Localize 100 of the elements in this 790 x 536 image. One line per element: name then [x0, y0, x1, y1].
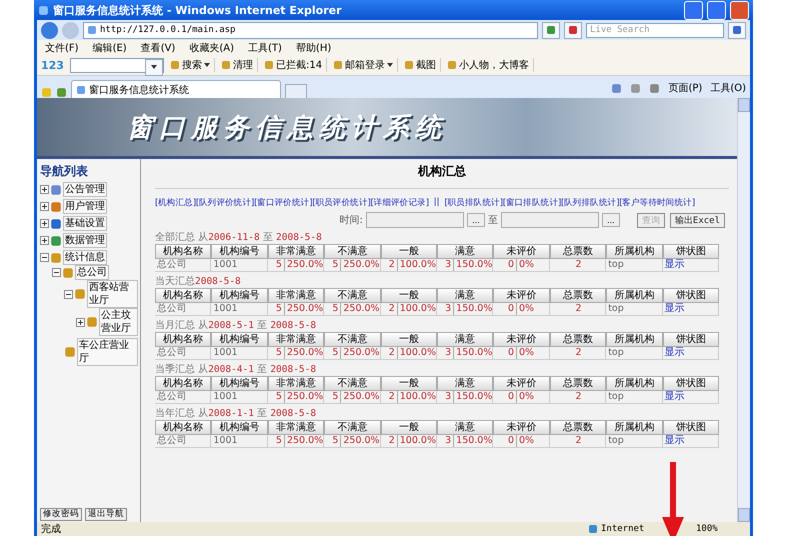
- toolbar-button[interactable]: 小人物，大博客: [447, 58, 534, 72]
- column-header: 机构编号: [211, 376, 268, 391]
- column-header: 一般: [380, 420, 437, 435]
- address-field[interactable]: http://127.0.0.1/main.asp: [83, 22, 538, 38]
- end-date-field[interactable]: [500, 212, 599, 228]
- start-date-field[interactable]: [366, 212, 464, 228]
- menu-item[interactable]: 帮助(H): [296, 40, 332, 54]
- tree-expander[interactable]: [52, 268, 61, 277]
- scrollbar[interactable]: [737, 98, 750, 522]
- table-cell: 2 100.0%: [380, 435, 437, 448]
- tree-item[interactable]: 公主坟营业厅: [99, 308, 138, 336]
- report-link[interactable]: [队列排队统计]: [560, 197, 620, 209]
- tree-item[interactable]: 用户管理: [63, 199, 107, 214]
- tree-expander[interactable]: [40, 253, 49, 262]
- report-link[interactable]: [客户等待时间统计]: [619, 197, 695, 209]
- system-title: 窗口服务信息统计系统: [127, 112, 447, 144]
- search-field[interactable]: Live Search: [586, 22, 724, 38]
- table-cell: 2 100.0%: [380, 303, 437, 316]
- report-link[interactable]: [详细评价记录]: [370, 197, 429, 209]
- refresh-button[interactable]: [542, 22, 560, 38]
- maximize-button[interactable]: [707, 0, 726, 20]
- stop-button[interactable]: [564, 22, 582, 38]
- table-cell: 5 250.0%: [324, 391, 381, 404]
- tree-expander[interactable]: [40, 185, 49, 194]
- table-cell: top: [606, 303, 663, 316]
- column-header: 机构编号: [211, 288, 268, 303]
- toolbar-button[interactable]: 搜索: [170, 58, 215, 72]
- command-button[interactable]: 工具(O): [710, 81, 746, 95]
- table-cell: 0 0%: [493, 347, 550, 360]
- menu-item[interactable]: 查看(V): [140, 40, 176, 54]
- column-header: 满意: [437, 420, 494, 435]
- column-header: 饼状图: [662, 332, 719, 347]
- report-link[interactable]: [职员评价统计]: [312, 197, 371, 209]
- column-header: 总票数: [550, 332, 606, 347]
- table-cell: top: [606, 347, 663, 360]
- tree-item[interactable]: 西客站营业厅: [87, 280, 138, 308]
- menu-item[interactable]: 工具(T): [248, 40, 282, 54]
- report-link[interactable]: [窗口评价统计]: [254, 197, 312, 209]
- menu-item[interactable]: 收藏夹(A): [189, 40, 234, 54]
- tree-item[interactable]: 数据管理: [63, 233, 107, 248]
- toolbar-button[interactable]: 清理: [220, 58, 258, 72]
- time-label: 时间:: [340, 214, 363, 227]
- table-cell: 2 100.0%: [380, 259, 437, 272]
- tree-expander[interactable]: [40, 202, 49, 211]
- column-header: 非常满意: [268, 288, 324, 303]
- report-link[interactable]: [队列评价统计]: [196, 197, 254, 209]
- table-cell: 0 0%: [493, 303, 550, 316]
- report-link[interactable]: [机构汇总]: [155, 197, 196, 209]
- show-link[interactable]: 显示: [664, 391, 685, 403]
- column-header: 所属机构: [606, 420, 663, 435]
- table-cell: 5 250.0%: [268, 259, 324, 272]
- back-button[interactable]: [41, 22, 58, 38]
- show-link[interactable]: 显示: [664, 259, 685, 271]
- column-header: 未评价: [493, 244, 550, 259]
- separator-text: ||: [432, 197, 441, 209]
- column-header: 非常满意: [268, 420, 324, 435]
- table-cell: 2 100.0%: [380, 347, 437, 360]
- zoom-indicator[interactable]: 100%: [696, 524, 746, 534]
- column-header: 机构名称: [155, 244, 212, 259]
- report-link[interactable]: [职员排队统计]: [444, 197, 503, 209]
- toolbar-button[interactable]: 已拦截:14: [264, 58, 328, 72]
- tree-expander[interactable]: [40, 236, 49, 245]
- show-link[interactable]: 显示: [664, 435, 685, 447]
- toolbar-button[interactable]: 邮箱登录: [333, 58, 398, 72]
- tree-item[interactable]: 统计信息: [63, 250, 107, 265]
- column-header: 饼状图: [662, 244, 719, 259]
- date-picker-button[interactable]: ...: [466, 213, 485, 227]
- column-header: 机构编号: [211, 420, 268, 435]
- tree-expander[interactable]: [64, 290, 73, 298]
- tree-item[interactable]: 基础设置: [63, 216, 107, 231]
- menu-item[interactable]: 编辑(E): [92, 40, 127, 54]
- show-link[interactable]: 显示: [664, 347, 685, 359]
- tree-item[interactable]: 总公司: [75, 265, 109, 280]
- tree-expander[interactable]: [76, 318, 85, 326]
- nav-button[interactable]: 退出导航: [85, 508, 127, 521]
- column-header: 满意: [437, 244, 494, 259]
- section-title: 当天汇总2008-5-8: [155, 274, 242, 288]
- column-header: 一般: [380, 244, 437, 259]
- tree-item[interactable]: 公告管理: [63, 182, 107, 197]
- date-picker-button[interactable]: ...: [602, 213, 620, 227]
- column-header: 未评价: [493, 332, 550, 347]
- toolbar-button[interactable]: 截图: [404, 58, 442, 72]
- table-cell: 2: [550, 435, 606, 448]
- minimize-button[interactable]: [684, 0, 703, 20]
- report-link[interactable]: [窗口排队统计]: [502, 197, 561, 209]
- tree-expander[interactable]: [40, 219, 49, 228]
- column-header: 满意: [437, 376, 494, 391]
- close-button[interactable]: [730, 0, 749, 20]
- table-cell: 3 150.0%: [437, 259, 494, 272]
- column-header: 机构编号: [211, 332, 268, 347]
- export-button[interactable]: 输出Excel: [670, 212, 725, 228]
- browser-tab[interactable]: 窗口服务信息统计系统: [71, 80, 281, 98]
- show-link[interactable]: 显示: [664, 303, 685, 315]
- menu-item[interactable]: 文件(F): [45, 40, 79, 54]
- tree-item[interactable]: 车公庄营业厅: [77, 338, 138, 366]
- column-header: 满意: [437, 332, 494, 347]
- search-button[interactable]: [728, 22, 746, 38]
- nav-button[interactable]: 修改密码: [40, 508, 82, 521]
- table-cell: 1001: [211, 391, 268, 404]
- command-button[interactable]: 页面(P): [668, 81, 702, 95]
